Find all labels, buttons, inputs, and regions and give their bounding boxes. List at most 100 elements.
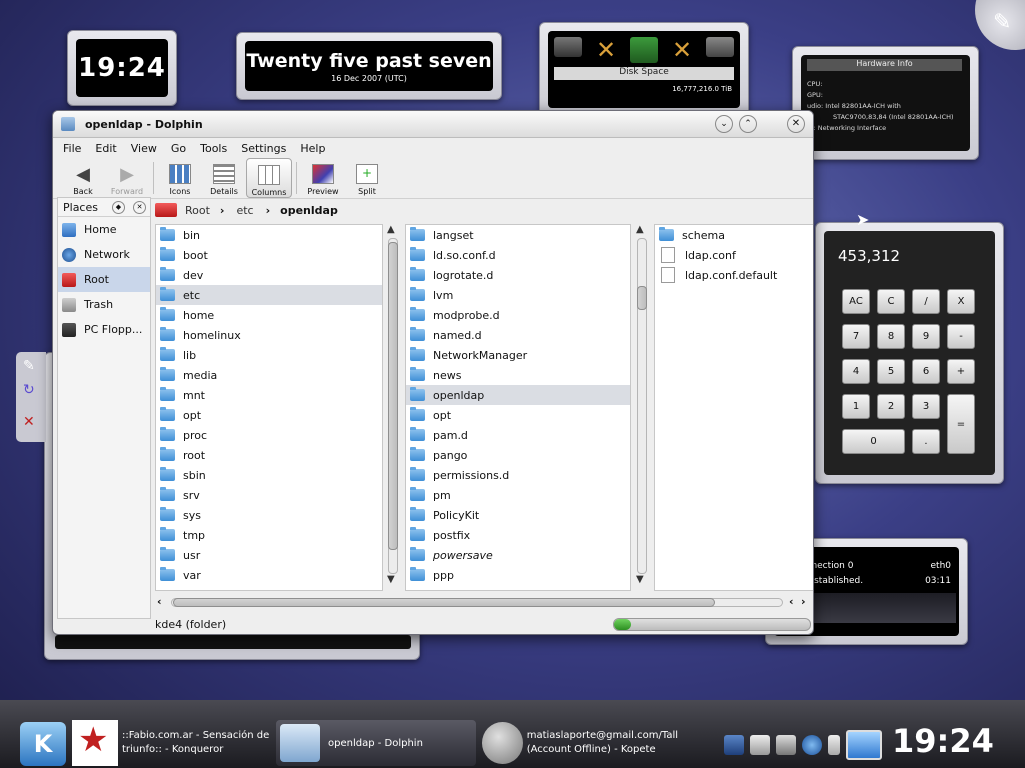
list-item[interactable]: logrotate.d: [406, 265, 630, 285]
desktop-toolbox-corner[interactable]: ✎: [975, 0, 1025, 50]
list-item[interactable]: usr: [156, 545, 382, 565]
place-root[interactable]: Root: [58, 267, 150, 292]
calc-key-7[interactable]: 7: [842, 324, 870, 349]
list-item[interactable]: srv: [156, 485, 382, 505]
wrench-icon[interactable]: ✎: [23, 358, 35, 374]
menu-view[interactable]: View: [131, 142, 157, 155]
close-button[interactable]: ✕: [787, 115, 805, 133]
list-item[interactable]: tmp: [156, 525, 382, 545]
forward-button[interactable]: ▶ Forward: [105, 158, 149, 197]
breadcrumb-openldap[interactable]: openldap: [280, 204, 338, 217]
menu-go[interactable]: Go: [171, 142, 186, 155]
list-item[interactable]: named.d: [406, 325, 630, 345]
root-folder-icon[interactable]: [155, 203, 177, 217]
list-item[interactable]: sbin: [156, 465, 382, 485]
columns-view-button[interactable]: Columns: [246, 158, 292, 198]
calc-key-5[interactable]: 5: [877, 359, 905, 384]
calc-key-plus[interactable]: +: [947, 359, 975, 384]
menu-help[interactable]: Help: [300, 142, 325, 155]
menu-edit[interactable]: Edit: [95, 142, 116, 155]
float-panel-icon[interactable]: ◆: [112, 200, 125, 214]
calc-key-ac[interactable]: AC: [842, 289, 870, 314]
minimize-button[interactable]: ⌄: [715, 115, 733, 133]
icons-view-button[interactable]: Icons: [158, 158, 202, 196]
place-floppy[interactable]: PC Flopp...: [58, 317, 150, 342]
calc-key-6[interactable]: 6: [912, 359, 940, 384]
calc-key-8[interactable]: 8: [877, 324, 905, 349]
place-home[interactable]: Home: [58, 217, 150, 242]
calc-key-1[interactable]: 1: [842, 394, 870, 419]
scroll-right-icon[interactable]: ›: [801, 595, 806, 608]
calc-key-3[interactable]: 3: [912, 394, 940, 419]
list-item[interactable]: postfix: [406, 525, 630, 545]
list-item[interactable]: opt: [406, 405, 630, 425]
scroll-up-icon[interactable]: ▲: [636, 224, 644, 235]
zoom-slider[interactable]: [613, 617, 811, 631]
scroll-left-icon-2[interactable]: ‹: [789, 595, 794, 608]
maximize-button[interactable]: ⌃: [739, 115, 757, 133]
list-item[interactable]: ppp: [406, 565, 630, 585]
list-item[interactable]: pango: [406, 445, 630, 465]
tray-clipboard-icon[interactable]: [750, 735, 770, 755]
calc-key-2[interactable]: 2: [877, 394, 905, 419]
list-item[interactable]: langset: [406, 225, 630, 245]
list-item[interactable]: news: [406, 365, 630, 385]
calc-key-equals[interactable]: =: [947, 394, 975, 454]
tray-update-icon[interactable]: [802, 735, 822, 755]
column-etc-scrollbar[interactable]: ▲ ▼: [634, 224, 648, 589]
close-icon[interactable]: ✕: [23, 414, 35, 430]
list-item[interactable]: ld.so.conf.d: [406, 245, 630, 265]
list-item[interactable]: proc: [156, 425, 382, 445]
horizontal-scrollbar[interactable]: ‹ ‹ ›: [155, 595, 811, 611]
calc-key-c[interactable]: C: [877, 289, 905, 314]
list-item[interactable]: lvm: [406, 285, 630, 305]
calc-key-divide[interactable]: /: [912, 289, 940, 314]
scroll-thumb[interactable]: [637, 286, 647, 310]
calc-key-9[interactable]: 9: [912, 324, 940, 349]
scroll-thumb[interactable]: [173, 598, 715, 607]
list-item-selected[interactable]: etc: [156, 285, 382, 305]
taskbar-clock[interactable]: 19:24: [892, 722, 994, 760]
list-item[interactable]: sys: [156, 505, 382, 525]
breadcrumb-root[interactable]: Root: [185, 204, 210, 217]
tray-network-icon[interactable]: [724, 735, 744, 755]
calc-key-4[interactable]: 4: [842, 359, 870, 384]
calc-key-dot[interactable]: .: [912, 429, 940, 454]
tray-printer-icon[interactable]: [776, 735, 796, 755]
preview-button[interactable]: Preview: [301, 158, 345, 196]
title-bar[interactable]: openldap - Dolphin ⌄ ⌃ ✕: [53, 111, 813, 138]
menu-tools[interactable]: Tools: [200, 142, 227, 155]
list-item[interactable]: root: [156, 445, 382, 465]
kde-menu-button[interactable]: K: [20, 722, 66, 766]
split-button[interactable]: + Split: [345, 158, 389, 196]
list-item[interactable]: var: [156, 565, 382, 585]
calc-key-minus[interactable]: -: [947, 324, 975, 349]
place-trash[interactable]: Trash: [58, 292, 150, 317]
scroll-thumb[interactable]: [388, 242, 398, 550]
list-item[interactable]: permissions.d: [406, 465, 630, 485]
task-konqueror[interactable]: ★ ::Fabio.com.ar - Sensación de triunfo:…: [72, 720, 270, 766]
list-item[interactable]: dev: [156, 265, 382, 285]
list-item[interactable]: media: [156, 365, 382, 385]
list-item[interactable]: powersave: [406, 545, 630, 565]
breadcrumb-etc[interactable]: etc: [236, 204, 253, 217]
scroll-down-icon[interactable]: ▼: [387, 574, 395, 585]
column-root-scrollbar[interactable]: ▲ ▼: [385, 224, 399, 589]
details-view-button[interactable]: Details: [202, 158, 246, 196]
menu-settings[interactable]: Settings: [241, 142, 286, 155]
task-dolphin[interactable]: openldap - Dolphin: [276, 720, 476, 766]
list-item[interactable]: homelinux: [156, 325, 382, 345]
list-item[interactable]: boot: [156, 245, 382, 265]
tray-device-icon[interactable]: [828, 735, 840, 755]
calc-key-multiply[interactable]: X: [947, 289, 975, 314]
list-item[interactable]: ldap.conf: [655, 245, 813, 265]
menu-file[interactable]: File: [63, 142, 81, 155]
list-item[interactable]: ldap.conf.default: [655, 265, 813, 285]
scroll-down-icon[interactable]: ▼: [636, 574, 644, 585]
list-item[interactable]: pm: [406, 485, 630, 505]
list-item[interactable]: bin: [156, 225, 382, 245]
list-item[interactable]: opt: [156, 405, 382, 425]
list-item[interactable]: pam.d: [406, 425, 630, 445]
list-item[interactable]: PolicyKit: [406, 505, 630, 525]
place-network[interactable]: Network: [58, 242, 150, 267]
